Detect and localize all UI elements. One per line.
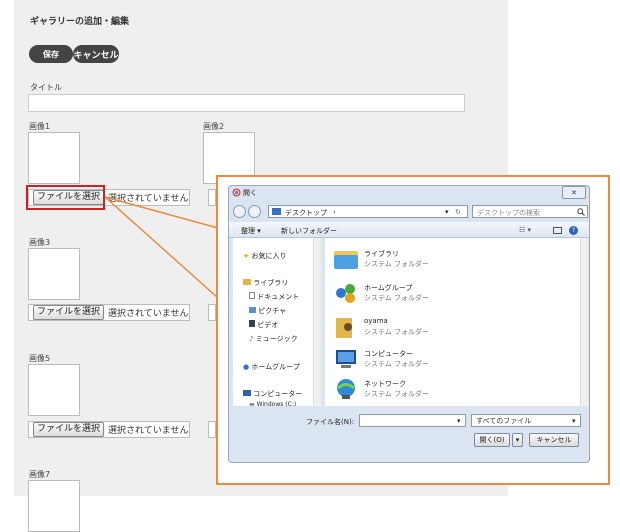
computer-icon	[336, 350, 356, 368]
list-item[interactable]: ホームグループ システム フォルダー	[333, 279, 503, 309]
new-folder-button[interactable]: 新しいフォルダー	[281, 226, 337, 236]
desktop-icon	[272, 208, 281, 215]
open-options-dropdown[interactable]: ▾	[512, 433, 523, 447]
nav-item-documents[interactable]: ドキュメント	[249, 292, 299, 302]
dialog-cancel-button[interactable]: キャンセル	[529, 433, 579, 447]
homegroup-icon	[336, 284, 355, 303]
search-placeholder: デスクトップの検索	[477, 209, 540, 217]
filename-input[interactable]: ▾	[359, 414, 466, 427]
dialog-title: 開く	[243, 189, 257, 197]
view-options-icon[interactable]: ☷ ▾	[519, 226, 531, 234]
nav-item-library[interactable]: ライブラリ	[243, 278, 288, 288]
nav-item-music[interactable]: ♪ ミュージック	[249, 334, 298, 344]
library-icon	[243, 279, 251, 285]
address-path: デスクトップ	[285, 209, 327, 217]
music-icon: ♪	[249, 335, 254, 343]
nav-item-homegroup[interactable]: ● ホームグループ	[243, 362, 300, 372]
drive-icon: ▬	[249, 401, 255, 408]
list-item[interactable]: ネットワーク システム フォルダー	[333, 375, 503, 405]
list-item[interactable]: コンピューター システム フォルダー	[333, 345, 503, 375]
nav-item-videos[interactable]: ビデオ	[249, 320, 278, 330]
list-item[interactable]: oyama システム フォルダー	[333, 313, 503, 343]
user-folder-icon	[336, 318, 352, 338]
address-bar[interactable]: デスクトップ › ▾ ↻	[268, 205, 468, 218]
chrome-icon	[232, 188, 241, 197]
refresh-icon[interactable]: ↻	[455, 208, 461, 216]
close-button[interactable]: ✕	[562, 186, 586, 199]
preview-pane-icon[interactable]	[553, 227, 562, 234]
chevron-down-icon[interactable]: ▾	[457, 417, 461, 425]
picture-icon	[249, 307, 256, 313]
chevron-right-icon: ›	[333, 208, 336, 216]
homegroup-icon: ●	[243, 363, 250, 371]
content-scrollbar[interactable]	[580, 238, 588, 406]
back-button[interactable]	[233, 205, 246, 218]
library-folder-icon	[334, 251, 358, 269]
nav-scrollbar[interactable]	[313, 238, 321, 406]
forward-button[interactable]	[248, 205, 261, 218]
star-icon: ★	[243, 252, 250, 260]
open-button[interactable]: 開く(O)	[474, 433, 510, 447]
organize-button[interactable]: 整理 ▾	[241, 226, 261, 236]
nav-item-computer[interactable]: コンピューター	[243, 389, 302, 399]
computer-icon	[243, 390, 251, 396]
list-item[interactable]: ライブラリ システム フォルダー	[333, 245, 503, 275]
search-icon	[577, 208, 585, 216]
filename-label: ファイル名(N):	[306, 418, 355, 426]
nav-item-pictures[interactable]: ピクチャ	[249, 306, 286, 316]
video-icon	[249, 320, 255, 327]
filetype-select[interactable]: すべてのファイル ▾	[471, 414, 581, 427]
dropdown-arrow-icon[interactable]: ▾	[445, 208, 449, 216]
document-icon	[249, 292, 255, 299]
search-input[interactable]: デスクトップの検索	[472, 205, 588, 218]
nav-item-favorites[interactable]: ★ お気に入り	[243, 251, 287, 261]
nav-item-drive[interactable]: ▬ Windows (C:)	[249, 401, 296, 408]
chevron-down-icon: ▾	[572, 417, 576, 425]
help-icon[interactable]: ?	[569, 226, 578, 235]
close-icon: ✕	[571, 188, 577, 197]
network-icon	[337, 379, 355, 399]
